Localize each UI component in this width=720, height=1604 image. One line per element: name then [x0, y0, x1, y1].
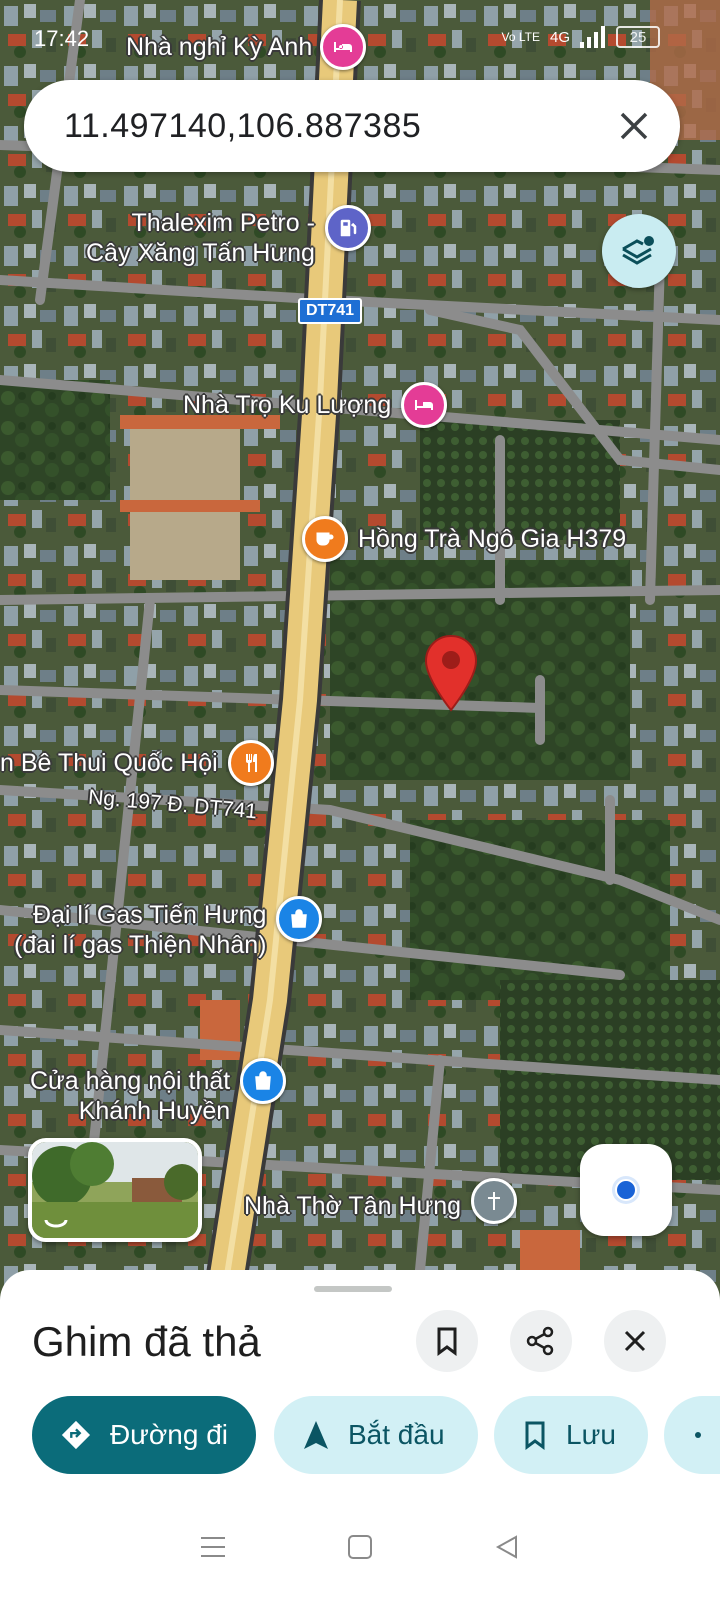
volte-indicator: Vo LTE — [501, 30, 540, 44]
more-share-chip[interactable] — [664, 1396, 720, 1474]
poi-thalexim-petro[interactable]: Thalexim Petro - Cây Xăng Tấn Hưng — [86, 205, 371, 268]
coffee-cup-icon — [302, 516, 348, 562]
shopping-bag-icon — [240, 1058, 287, 1104]
home-square-icon — [347, 1535, 372, 1559]
status-time: 17:42 — [34, 26, 90, 51]
directions-icon — [61, 1420, 91, 1450]
back-triangle-icon — [495, 1535, 517, 1559]
home-nav-button[interactable] — [340, 1527, 380, 1567]
bed-icon — [401, 382, 448, 428]
share-icon — [526, 1326, 554, 1356]
dropped-pin-marker[interactable] — [424, 634, 478, 712]
menu-nav-button[interactable] — [193, 1527, 233, 1567]
poi-be-thui-quoc-hoi[interactable]: n Bê Thui Quốc Hội — [0, 740, 274, 786]
navigation-arrow-icon — [304, 1421, 328, 1449]
battery-indicator: 25 — [616, 26, 660, 48]
save-bookmark-button[interactable] — [416, 1310, 478, 1372]
start-button[interactable]: Bắt đầu — [274, 1396, 478, 1474]
layers-icon — [622, 236, 654, 265]
poi-hong-tra-ngo-gia[interactable]: Hồng Trà Ngô Gia H379 — [302, 516, 626, 562]
drag-handle[interactable] — [314, 1286, 392, 1292]
bookmark-icon — [525, 1421, 545, 1450]
poi-label: Cửa hàng nội thất Khánh Huyền — [30, 1067, 231, 1125]
directions-label: Đường đi — [109, 1419, 228, 1450]
poi-nha-tro-ku-luong[interactable]: Nhà Trọ Ku Lượng — [183, 382, 448, 428]
poi-nha-tho-tan-hung[interactable]: Nhà Thờ Tân Hưng — [244, 1178, 518, 1224]
back-nav-button[interactable] — [487, 1527, 527, 1567]
poi-dai-li-gas-tien-hung[interactable]: Đại lí Gas Tiến Hưng (đai lí gas Thiện N… — [14, 896, 323, 960]
search-query[interactable]: 11.497140,106.887385 — [64, 107, 614, 146]
poi-label: Nhà Trọ Ku Lượng — [183, 391, 392, 419]
map-view[interactable]: DT741 Ng. 197 Đ. DT741 Nhà nghỉ Kỳ Anh T… — [0, 0, 720, 1320]
gas-pump-icon — [324, 205, 371, 251]
poi-cua-hang-noi-that[interactable]: Cửa hàng nội thất Khánh Huyền — [30, 1058, 287, 1126]
location-dot-icon — [612, 1176, 640, 1204]
search-bar[interactable]: 11.497140,106.887385 — [24, 80, 680, 172]
start-label: Bắt đầu — [348, 1419, 445, 1450]
system-nav-bar — [0, 1490, 720, 1604]
road-shield-dt741: DT741 — [298, 298, 363, 324]
layers-button[interactable] — [602, 214, 676, 288]
poi-label: Nhà Thờ Tân Hưng — [244, 1192, 462, 1220]
close-icon[interactable] — [614, 106, 654, 146]
save-label: Lưu — [566, 1419, 616, 1450]
sheet-title: Ghim đã thả — [32, 1318, 261, 1365]
street-view-thumbnail[interactable] — [28, 1138, 202, 1242]
poi-label: n Bê Thui Quốc Hội — [0, 749, 218, 777]
poi-label: Hồng Trà Ngô Gia H379 — [358, 525, 627, 553]
action-chips-row: Đường đi Bắt đầu Lưu — [32, 1396, 720, 1474]
cross-icon — [471, 1178, 518, 1224]
fork-knife-icon — [227, 740, 274, 786]
status-indicators: Vo LTE 4G 25 — [502, 26, 660, 48]
signal-icon — [580, 26, 605, 48]
shopping-bag-icon — [276, 896, 323, 942]
close-sheet-button[interactable] — [604, 1310, 666, 1372]
close-icon — [624, 1330, 646, 1352]
status-bar: 17:42 Vo LTE 4G 25 — [0, 0, 720, 80]
share-button[interactable] — [510, 1310, 572, 1372]
directions-button[interactable]: Đường đi — [32, 1396, 256, 1474]
bookmark-icon — [437, 1327, 457, 1356]
menu-icon — [201, 1537, 226, 1557]
poi-label: Đại lí Gas Tiến Hưng (đai lí gas Thiện N… — [14, 901, 267, 959]
save-button[interactable]: Lưu — [494, 1396, 648, 1474]
poi-label: Thalexim Petro - Cây Xăng Tấn Hưng — [86, 209, 315, 267]
network-type: 4G — [549, 28, 570, 46]
my-location-button[interactable] — [580, 1144, 672, 1236]
share-icon — [695, 1432, 701, 1438]
